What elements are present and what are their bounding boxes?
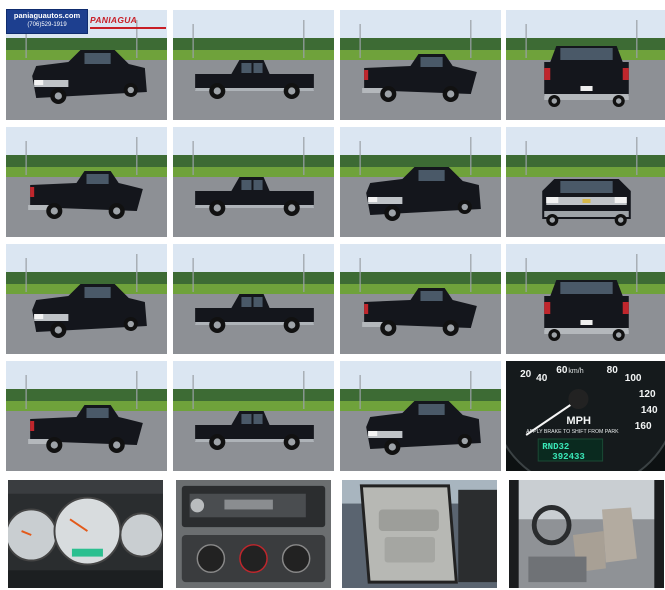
photo-front-left-2-image: [6, 244, 167, 354]
photo-instrument-cluster[interactable]: [8, 480, 163, 588]
photo-rear-left-3-image: [6, 361, 167, 471]
dealer-logo: paniaguautos.com (706)529-1919: [6, 9, 88, 34]
photo-stereo-controls[interactable]: [176, 480, 331, 588]
photo-rear-1-image: [506, 10, 665, 120]
speedo-tick-label: 80: [607, 365, 619, 376]
photo-side-left-2[interactable]: [173, 127, 334, 237]
speedo-notice: APPLY BRAKE TO SHIFT FROM PARK: [526, 429, 619, 435]
photo-rear-left-1-image: [340, 10, 501, 120]
photo-front-seats[interactable]: [509, 480, 664, 588]
photo-door-panel[interactable]: [342, 480, 497, 588]
photo-side-left-4[interactable]: [173, 361, 334, 471]
dealer-phone: (706)529-1919: [27, 22, 67, 28]
photo-instrument-cluster-image: [8, 480, 163, 588]
photo-side-left-3[interactable]: [173, 244, 334, 354]
photo-rear-right-1-image: [340, 244, 501, 354]
photo-rear-right-1[interactable]: [340, 244, 501, 354]
photo-front-1[interactable]: [506, 127, 665, 237]
photo-front-seats-image: [509, 480, 664, 588]
dealer-website: paniaguautos.com: [13, 11, 81, 20]
photo-speedometer[interactable]: 20 40 60 80 100 120 140 160 km/h MPH APPLY BRAKE…: [506, 361, 665, 471]
speedo-tick-label: 40: [536, 373, 548, 384]
photo-rear-left-3[interactable]: [6, 361, 167, 471]
photo-stereo-controls-image: [176, 480, 331, 588]
speedo-unit-top: km/h: [568, 368, 583, 375]
dealer-brand: PANIAGUA: [90, 13, 166, 29]
photo-side-left-1[interactable]: [173, 10, 334, 120]
photo-rear-left-2[interactable]: [6, 127, 167, 237]
photo-side-left-2-image: [173, 127, 334, 237]
speedo-tick-label: 120: [639, 389, 656, 400]
speedo-tick-label: 160: [635, 421, 652, 432]
photo-front-1-image: [506, 127, 665, 237]
photo-front-right-1[interactable]: [340, 127, 501, 237]
photo-front-right-1-image: [340, 127, 501, 237]
speedo-tick-label: 60: [556, 365, 568, 376]
speedo-odometer: 392433: [552, 451, 585, 462]
photo-door-panel-image: [342, 480, 497, 588]
photo-side-left-1-image: [173, 10, 334, 120]
photo-front-right-2-image: [340, 361, 501, 471]
speedo-tick-label: 20: [520, 369, 532, 380]
speedo-tick-label: 100: [625, 373, 642, 384]
photo-front-left-2[interactable]: [6, 244, 167, 354]
photo-rear-2[interactable]: [506, 244, 665, 354]
speedo-tick-label: 140: [641, 405, 658, 416]
speedo-unit: MPH: [566, 415, 591, 427]
photo-rear-2-image: [506, 244, 665, 354]
photo-speedometer-image: 20 40 60 80 100 120 140 160 km/h MPH APPLY BRAKE…: [506, 361, 665, 471]
photo-side-left-3-image: [173, 244, 334, 354]
photo-side-left-4-image: [173, 361, 334, 471]
photo-rear-1[interactable]: [506, 10, 665, 120]
photo-front-right-2[interactable]: [340, 361, 501, 471]
photo-rear-left-2-image: [6, 127, 167, 237]
photo-rear-left-1[interactable]: [340, 10, 501, 120]
